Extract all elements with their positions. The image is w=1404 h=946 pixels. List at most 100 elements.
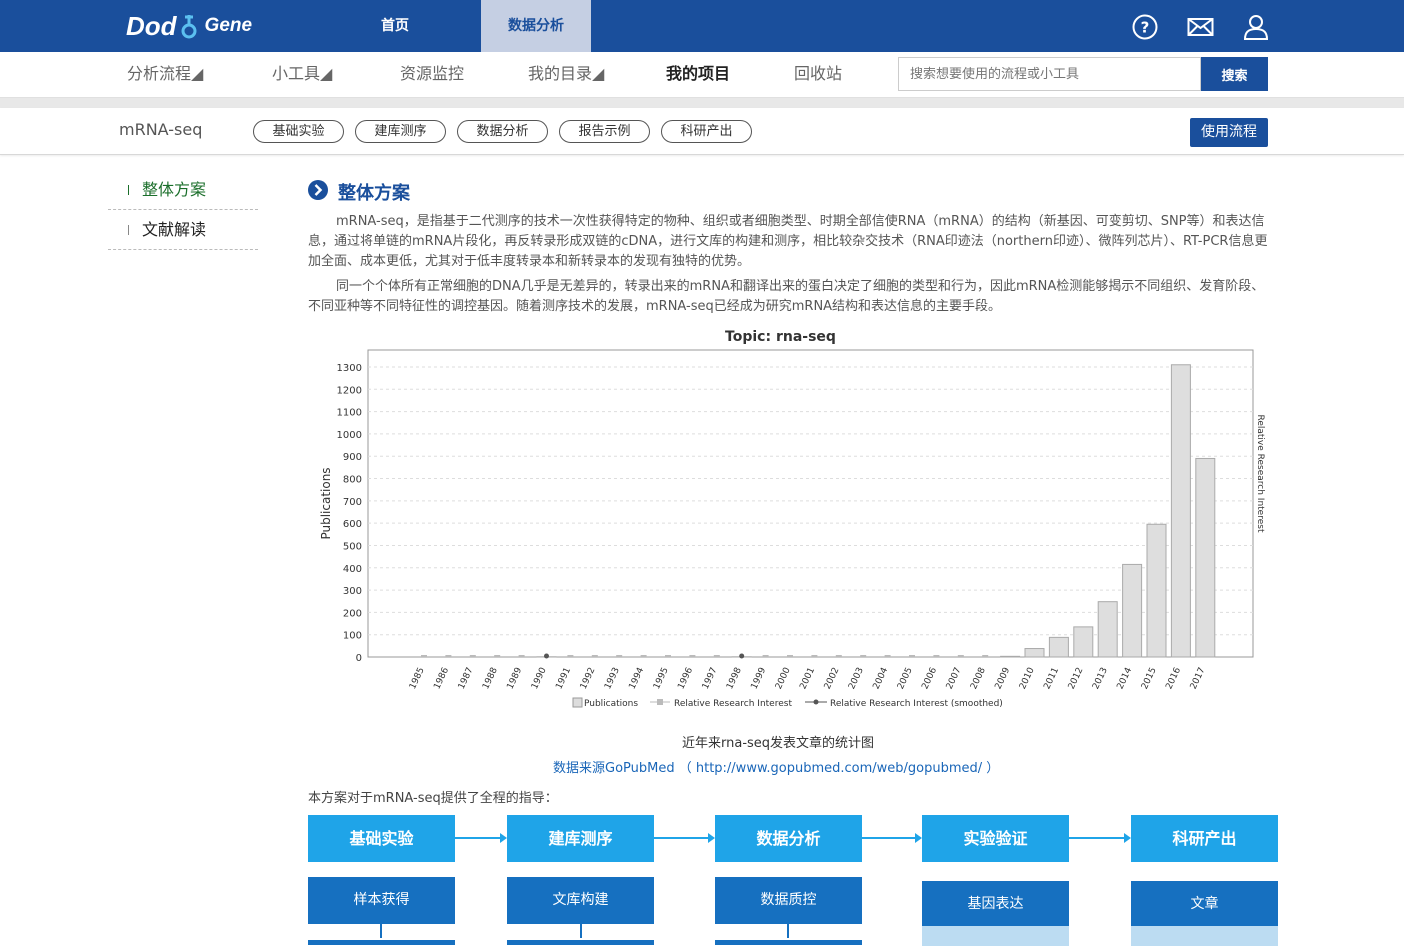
subnav-resource-monitor[interactable]: 资源监控 xyxy=(400,52,464,98)
x-tick-label: 1990 xyxy=(530,666,549,691)
x-tick-label: 1993 xyxy=(603,666,622,691)
subnav-analysis-pipeline[interactable]: 分析流程◢ xyxy=(127,52,203,98)
nav-data-analysis[interactable]: 数据分析 xyxy=(481,0,591,52)
bar-2010 xyxy=(1025,649,1044,657)
bar-2011 xyxy=(1049,637,1068,657)
bar-2005 xyxy=(909,655,915,657)
y-tick-label: 700 xyxy=(343,497,362,508)
pill-research-output[interactable]: 科研产出 xyxy=(661,120,752,143)
x-tick-label: 2000 xyxy=(774,666,793,691)
data-source-link[interactable]: 数据来源GoPubMed （ http://www.gopubmed.com/w… xyxy=(553,757,999,776)
flow-arrow xyxy=(1069,837,1129,839)
x-tick-label: 2014 xyxy=(1116,666,1135,691)
x-tick-label: 1988 xyxy=(481,666,500,691)
x-tick-label: 2001 xyxy=(798,666,817,691)
help-icon[interactable]: ? xyxy=(1132,14,1158,40)
pill-data-analysis[interactable]: 数据分析 xyxy=(457,120,548,143)
x-tick-label: 1999 xyxy=(750,666,769,691)
x-tick-label: 2015 xyxy=(1140,666,1159,691)
flow-step-library-sequencing: 建库测序 xyxy=(507,815,654,862)
flow-sub-library: 文库构建 xyxy=(507,877,654,924)
flow-next-row xyxy=(308,940,455,945)
y-tick-label: 900 xyxy=(343,452,362,463)
pill-library-sequencing[interactable]: 建库测序 xyxy=(355,120,446,143)
flow-step-data-analysis: 数据分析 xyxy=(715,815,862,862)
flow-arrow xyxy=(862,837,920,839)
publications-chart: Topic: rna-seq01002003004005006007008009… xyxy=(308,322,1270,722)
user-icon[interactable] xyxy=(1243,14,1269,40)
y-tick-label: 600 xyxy=(343,519,362,530)
bar-2000 xyxy=(787,655,793,657)
x-tick-label: 1991 xyxy=(554,666,573,691)
x-tick-label: 2010 xyxy=(1018,666,1037,691)
flow-next-row xyxy=(922,926,1069,946)
use-pipeline-button[interactable]: 使用流程 xyxy=(1190,118,1268,147)
bar-1989 xyxy=(519,655,525,657)
subnav-tools[interactable]: 小工具◢ xyxy=(272,52,332,98)
flow-arrow xyxy=(455,837,505,839)
y-tick-label: 1100 xyxy=(337,408,362,419)
top-header: Dod Gene 首页 数据分析 ? xyxy=(0,0,1404,52)
chart-caption: 近年来rna-seq发表文章的统计图 xyxy=(682,732,982,751)
smoothed-marker xyxy=(739,654,744,659)
x-tick-label: 2004 xyxy=(872,666,891,691)
sidebar-item-literature[interactable]: 文献解读 xyxy=(108,210,258,250)
guide-text: 本方案对于mRNA-seq提供了全程的指导： xyxy=(308,787,558,806)
bar-2009 xyxy=(1001,656,1020,657)
subnav-my-projects[interactable]: 我的项目 xyxy=(666,52,730,98)
y-tick-label: 0 xyxy=(356,653,362,664)
x-tick-label: 2006 xyxy=(920,666,939,691)
bar-2007 xyxy=(958,655,964,657)
legend-marker-smoothed xyxy=(814,700,819,705)
y-tick-label: 300 xyxy=(343,586,362,597)
nav-home[interactable]: 首页 xyxy=(362,0,428,52)
x-tick-label: 2009 xyxy=(994,666,1013,691)
x-tick-label: 2003 xyxy=(847,666,866,691)
flow-sub-sample: 样本获得 xyxy=(308,877,455,924)
x-tick-label: 1996 xyxy=(676,666,695,691)
bar-2017 xyxy=(1196,458,1215,657)
x-tick-label: 2017 xyxy=(1189,666,1208,691)
bar-2004 xyxy=(885,655,891,657)
bar-1985 xyxy=(421,655,427,657)
section-heading: 整体方案 xyxy=(308,178,410,206)
bar-1994 xyxy=(641,655,647,657)
x-tick-label: 1989 xyxy=(506,666,525,691)
sidebar-item-overall-plan[interactable]: 整体方案 xyxy=(108,170,258,210)
dna-icon xyxy=(178,11,200,41)
x-tick-label: 1994 xyxy=(628,666,647,691)
flow-next-row xyxy=(715,940,862,945)
bar-1991 xyxy=(567,655,573,657)
subnav-my-directory[interactable]: 我的目录◢ xyxy=(528,52,604,98)
search-input[interactable] xyxy=(898,57,1201,91)
search-button[interactable]: 搜索 xyxy=(1201,57,1268,91)
x-tick-label: 1995 xyxy=(652,666,671,691)
bar-2013 xyxy=(1098,602,1117,657)
pill-basic-experiment[interactable]: 基础实验 xyxy=(253,120,344,143)
down-arrow xyxy=(787,924,789,938)
x-tick-label: 2012 xyxy=(1067,666,1086,691)
active-marker xyxy=(128,185,129,195)
bar-2016 xyxy=(1171,365,1190,657)
section-title: 整体方案 xyxy=(338,179,410,205)
logo[interactable]: Dod Gene xyxy=(126,10,252,42)
mail-icon[interactable] xyxy=(1187,14,1213,40)
x-tick-label: 1986 xyxy=(432,666,451,691)
intro-paragraph-1: mRNA-seq，是指基于二代测序的技术一次性获得特定的物种、组织或者细胞类型、… xyxy=(308,212,1270,272)
x-tick-label: 2011 xyxy=(1042,666,1061,691)
y-tick-label: 100 xyxy=(343,631,362,642)
intro-paragraph-2: 同一个个体所有正常细胞的DNA几乎是无差异的，转录出来的mRNA和翻译出来的蛋白… xyxy=(308,277,1270,317)
bar-1995 xyxy=(665,655,671,657)
bar-2014 xyxy=(1123,564,1142,657)
down-arrow xyxy=(380,924,382,938)
chevron-right-icon xyxy=(308,180,328,204)
y-tick-label: 1300 xyxy=(337,363,362,374)
bar-2001 xyxy=(811,655,817,657)
sidebar-item-label: 文献解读 xyxy=(142,220,206,239)
flow-step-validation: 实验验证 xyxy=(922,815,1069,862)
subnav-recycle-bin[interactable]: 回收站 xyxy=(794,52,842,98)
x-tick-label: 2002 xyxy=(823,666,842,691)
pill-report-example[interactable]: 报告示例 xyxy=(559,120,650,143)
x-tick-label: 1998 xyxy=(725,666,744,691)
bar-2012 xyxy=(1074,627,1093,657)
